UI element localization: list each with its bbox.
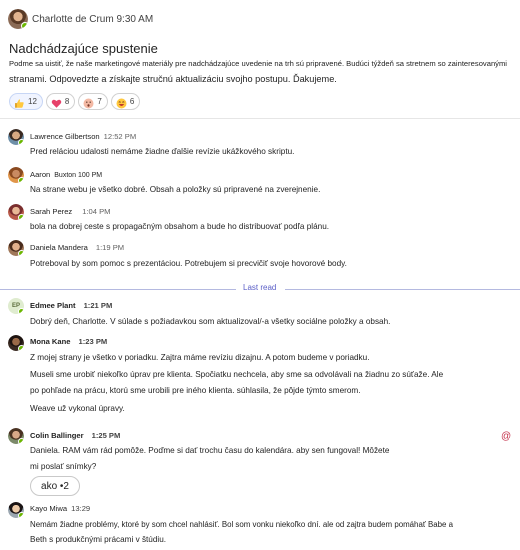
last-read-line-right — [285, 289, 520, 290]
message-text: Potreboval by som pomoc s prezentáciou. … — [30, 259, 347, 268]
at-mention-icon: @ — [501, 431, 512, 442]
message-text: bola na dobrej ceste s propagačným obsah… — [30, 222, 330, 231]
surprised-face-icon — [83, 96, 94, 109]
presence-available-icon — [18, 250, 24, 256]
timestamp: 1:21 PM — [83, 301, 113, 310]
message-text: mi poslať snímky? — [30, 462, 97, 471]
avatar-initials[interactable]: EP — [8, 298, 24, 314]
message-text: po pohľade na prácu, ktorú sme urobili p… — [30, 386, 361, 395]
avatar[interactable] — [8, 129, 24, 145]
last-read-line-left — [0, 289, 236, 290]
post-title: Nadchádzajúce spustenie — [9, 41, 158, 56]
timestamp: 12:52 PM — [103, 132, 137, 141]
presence-available-icon — [18, 438, 24, 444]
heart-icon — [51, 96, 62, 108]
presence-available-icon — [18, 214, 24, 220]
message-text: Dobrý deň, Charlotte. V súlade s požiada… — [30, 317, 391, 326]
message-text: Museli sme urobiť niekoľko úprav pre kli… — [30, 370, 444, 379]
avatar[interactable] — [8, 204, 24, 220]
message-text: Nemám žiadne problémy, ktoré by som chce… — [30, 520, 453, 529]
reaction-count: 7 — [97, 97, 102, 106]
laughing-face-icon — [116, 96, 127, 109]
author-name[interactable]: Colin Ballinger — [30, 431, 84, 440]
message-header: Kayo Miwa 13:29 — [30, 504, 90, 513]
avatar[interactable] — [8, 240, 24, 256]
message-text: Weave už vykonal úpravy. — [30, 404, 125, 413]
reaction-surprised[interactable]: 7 — [78, 93, 108, 110]
message-text: Na strane webu je všetko dobré. Obsah a … — [30, 185, 321, 194]
reaction-count: 8 — [64, 97, 70, 106]
timestamp: 1:25 PM — [91, 431, 121, 440]
reactions-bar: 12 8 7 6 — [9, 93, 141, 110]
last-read-divider: Last read — [0, 283, 520, 295]
reaction-heart[interactable]: 8 — [45, 93, 76, 110]
reaction-count: 12 — [28, 97, 37, 106]
author-name[interactable]: Kayo Miwa — [30, 504, 67, 513]
message-header: Lawrence Gilbertson 12:52 PM — [30, 132, 136, 141]
presence-available-icon — [18, 345, 24, 351]
avatar[interactable] — [8, 9, 28, 29]
message-header: Mona Kane 1:23 PM — [30, 337, 107, 346]
presence-available-icon — [21, 22, 28, 29]
message-text: Pred reláciou udalosti nemáme žiadne ďal… — [30, 147, 295, 156]
author-name[interactable]: Mona Kane — [30, 337, 71, 346]
message-header: Edmee Plant 1:21 PM — [30, 301, 112, 310]
presence-available-icon — [18, 177, 24, 183]
timestamp: 1:23 PM — [78, 337, 108, 346]
message-header: Sarah Perez 1:04 PM — [30, 207, 111, 216]
author-name[interactable]: Aaron — [30, 170, 50, 179]
last-read-label: Last read — [243, 283, 277, 292]
author-name[interactable]: Daniela Mandera — [30, 243, 88, 252]
message-header: Daniela Mandera 1:19 PM — [30, 243, 124, 252]
author-name[interactable]: Edmee Plant — [30, 301, 76, 310]
avatar[interactable] — [8, 428, 24, 444]
timestamp: 13:29 — [71, 504, 91, 513]
presence-available-icon — [18, 139, 24, 145]
divider — [0, 118, 520, 119]
reaction-laughing[interactable]: 6 — [110, 93, 141, 110]
message-header: Aaron Buxton 100 PM — [30, 170, 102, 179]
post-body-line: stranami. Odpovedzte a získajte stručnú … — [9, 74, 337, 84]
message-header: Colin Ballinger 1:25 PM — [30, 431, 120, 440]
avatar[interactable] — [8, 502, 24, 518]
author-name[interactable]: Sarah Perez — [30, 207, 72, 216]
message-text: Daniela. RAM vám rád pomôže. Poďme si da… — [30, 446, 390, 455]
author-name[interactable]: Charlotte de Crum — [32, 14, 114, 25]
timestamp: Buxton 100 PM — [54, 172, 103, 179]
thumbs-up-icon — [14, 96, 25, 108]
post-body-line: Podme sa uistiť, že naše marketingové ma… — [9, 59, 507, 68]
reaction-thumbs-up[interactable]: 12 — [9, 93, 43, 110]
timestamp: 9:30 AM — [116, 14, 154, 25]
author-name[interactable]: Lawrence Gilbertson — [30, 132, 100, 141]
presence-available-icon — [18, 308, 24, 314]
timestamp: 1:04 PM — [82, 207, 111, 216]
timestamp: 1:19 PM — [95, 243, 125, 252]
presence-available-icon — [18, 512, 24, 518]
avatar[interactable] — [8, 335, 24, 351]
reaction-count: 6 — [129, 97, 135, 106]
avatar[interactable] — [8, 167, 24, 183]
post-header: Charlotte de Crum 9:30 AM — [32, 14, 153, 25]
message-text: Z mojej strany je všetko v poriadku. Zaj… — [30, 353, 370, 362]
reaction-chip[interactable]: ako •2 — [30, 476, 80, 496]
message-text: Beth s produkčnými prácami v štúdiu. — [30, 535, 167, 544]
